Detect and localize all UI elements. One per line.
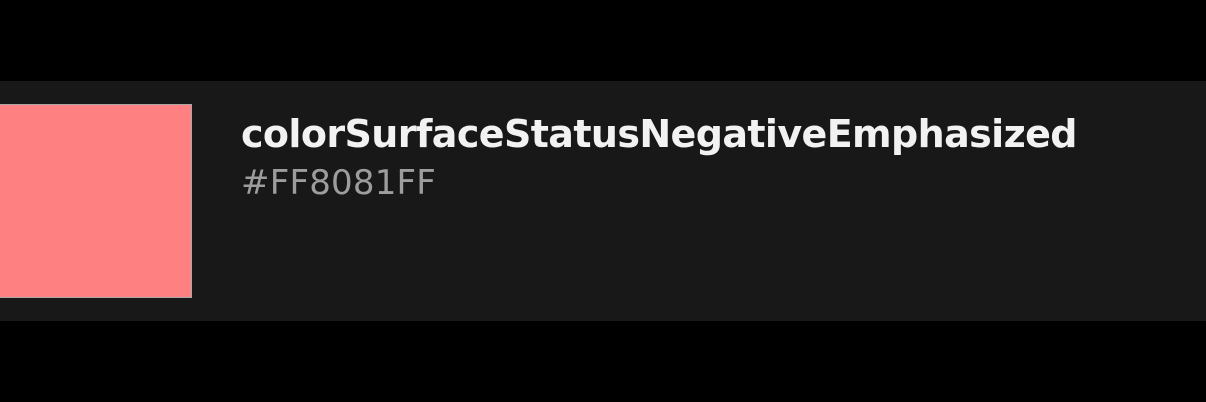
token-info: colorSurfaceStatusNegativeEmphasized #FF… (241, 109, 1206, 205)
color-token-row: colorSurfaceStatusNegativeEmphasized #FF… (0, 81, 1206, 321)
token-hex-value: #FF8081FF (241, 163, 437, 203)
color-swatch (0, 104, 192, 298)
token-name: colorSurfaceStatusNegativeEmphasized (241, 112, 1077, 156)
